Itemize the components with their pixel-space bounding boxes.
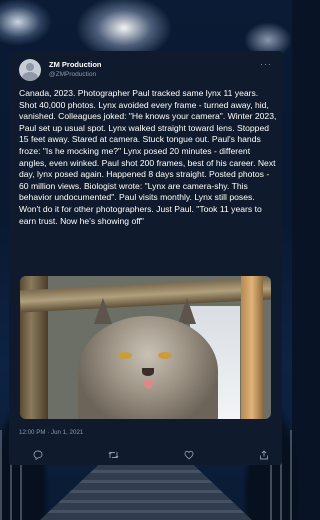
tweet-photo-lynx[interactable] <box>20 276 271 419</box>
heart-icon[interactable] <box>182 450 196 460</box>
default-avatar-icon[interactable] <box>19 59 41 81</box>
tweet-header: ZM Production @ZMProduction ··· <box>19 59 274 83</box>
tweet-timestamp[interactable]: 12:00 PM · Jun 1, 2021 <box>19 429 83 436</box>
tweet-text: Canada, 2023. Photographer Paul tracked … <box>19 88 277 226</box>
tweet-card[interactable]: ZM Production @ZMProduction ··· Canada, … <box>9 51 282 465</box>
author-handle[interactable]: @ZMProduction <box>49 70 102 80</box>
retweet-icon[interactable] <box>106 450 120 460</box>
tweet-actions <box>31 449 271 461</box>
more-options-icon[interactable]: ··· <box>260 60 272 69</box>
author-names: ZM Production @ZMProduction <box>49 60 102 80</box>
share-icon[interactable] <box>257 450 271 460</box>
reply-icon[interactable] <box>31 450 45 460</box>
author-display-name[interactable]: ZM Production <box>49 60 102 70</box>
